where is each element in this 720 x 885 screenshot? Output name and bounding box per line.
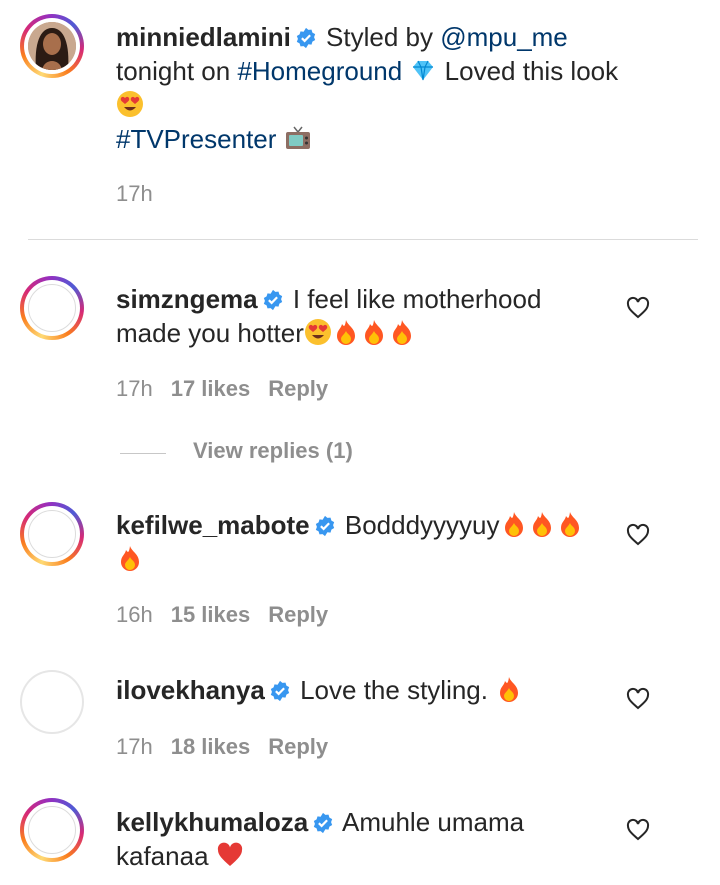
verified-badge-icon (270, 680, 290, 702)
reply-button[interactable]: Reply (268, 734, 328, 759)
comment-text: ilovekhanya Love the styling. (116, 673, 523, 707)
commenter-avatar[interactable] (20, 798, 84, 862)
comment-body-1: Amuhle umama (342, 807, 525, 837)
comment-text: kefilwe_mabote Bodddyyyyuy (116, 508, 584, 576)
fire-emoji-icon (364, 320, 383, 345)
caption-text-2: tonight on (116, 56, 238, 86)
like-heart-icon[interactable] (626, 296, 650, 320)
comment-text: simzngema I feel like motherhood made yo… (116, 282, 541, 350)
hashtag-tvpresenter[interactable]: #TVPresenter (116, 124, 276, 154)
comment-time: 17h (116, 734, 153, 759)
comment-username[interactable]: simzngema (116, 284, 258, 314)
comment-meta: 17h 18 likes Reply (116, 734, 346, 760)
comment-body-2: kafanaa (116, 841, 209, 871)
commenter-avatar[interactable] (20, 670, 84, 734)
verified-badge-icon (314, 812, 333, 834)
fire-emoji-icon (392, 320, 411, 345)
verified-badge-icon (296, 27, 315, 49)
fire-emoji-icon (121, 546, 139, 571)
caption-username[interactable]: minniedlamini (116, 22, 291, 52)
comment-meta: 17h 17 likes Reply (116, 376, 346, 402)
commenter-avatar[interactable] (20, 502, 84, 566)
comment-likes[interactable]: 15 likes (171, 602, 251, 627)
divider (28, 239, 698, 240)
comment-username[interactable]: ilovekhanya (116, 675, 265, 705)
caption-time: 17h (116, 181, 153, 206)
comment-likes[interactable]: 18 likes (171, 734, 251, 759)
verified-badge-icon (315, 515, 334, 537)
television-emoji-icon (285, 126, 310, 149)
caption-text-1: Styled by (326, 22, 441, 52)
commenter-avatar[interactable] (20, 276, 84, 340)
fire-emoji-icon (500, 677, 519, 702)
comment-likes[interactable]: 17 likes (171, 376, 251, 401)
mention-link[interactable]: @mpu_me (440, 22, 568, 52)
caption-meta: 17h (116, 181, 171, 207)
fire-emoji-icon (532, 512, 551, 537)
verified-badge-icon (263, 289, 282, 311)
comment-body-1: I feel like motherhood (292, 284, 542, 314)
caption-text: minniedlamini Styled by @mpu_me tonight … (116, 20, 618, 156)
reply-button[interactable]: Reply (268, 376, 328, 401)
comment-body-1: Bodddyyyyuy (344, 510, 500, 540)
comment-body-1: Love the styling. (300, 675, 496, 705)
like-heart-icon[interactable] (626, 818, 650, 842)
profile-photo (28, 22, 76, 70)
comment-time: 16h (116, 602, 153, 627)
red-heart-emoji-icon (217, 842, 242, 866)
comment-username[interactable]: kefilwe_mabote (116, 510, 310, 540)
caption-text-3: Loved this look (437, 56, 619, 86)
fire-emoji-icon (336, 320, 355, 345)
view-replies-line (120, 453, 166, 454)
comment-body-2: made you hotter (116, 318, 304, 348)
gem-emoji-icon (413, 60, 434, 81)
comment-text: kellykhumaloza Amuhle umama kafanaa (116, 805, 524, 873)
fire-emoji-icon (504, 512, 523, 537)
comment-username[interactable]: kellykhumaloza (116, 807, 308, 837)
heart-eyes-emoji-icon (304, 319, 331, 345)
heart-eyes-emoji-icon (117, 91, 143, 117)
comment-meta: 16h 15 likes Reply (116, 602, 346, 628)
like-heart-icon[interactable] (626, 687, 650, 711)
reply-button[interactable]: Reply (268, 602, 328, 627)
comment-time: 17h (116, 376, 153, 401)
fire-emoji-icon (560, 512, 579, 537)
caption-avatar[interactable] (20, 14, 84, 78)
view-replies-button[interactable]: View replies (1) (193, 438, 353, 464)
like-heart-icon[interactable] (626, 523, 650, 547)
hashtag-homeground[interactable]: #Homeground (237, 56, 402, 86)
